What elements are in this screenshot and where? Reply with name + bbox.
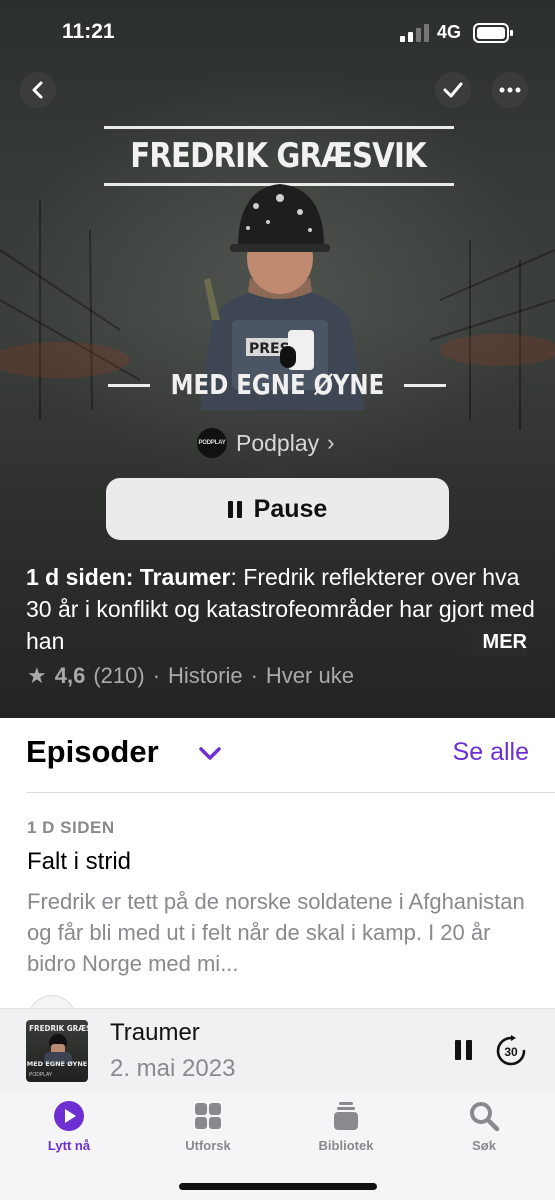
tab-library[interactable]: Bibliotek bbox=[296, 1100, 396, 1160]
chevron-right-icon: › bbox=[327, 430, 335, 455]
rating-count: (210) bbox=[93, 663, 145, 688]
episodes-header: Episoder Se alle bbox=[26, 732, 531, 776]
podcast-meta: ★ 4,6 (210) · Historie · Hver uke bbox=[27, 663, 354, 689]
see-all-link[interactable]: Se alle bbox=[453, 738, 529, 767]
divider bbox=[26, 792, 555, 793]
skip-forward-30-icon[interactable]: 30 bbox=[494, 1034, 528, 1068]
category-link[interactable]: Historie bbox=[168, 663, 243, 689]
artwork-subtitle: MED EGNE ØYNE bbox=[170, 368, 385, 401]
mini-player-date: 2. mai 2023 bbox=[110, 1055, 236, 1082]
battery-icon bbox=[473, 23, 513, 43]
more-ellipsis-icon bbox=[499, 87, 521, 93]
tab-listen-now[interactable]: Lytt nå bbox=[19, 1100, 119, 1160]
latest-episode-description[interactable]: 1 d siden: Traumer: Fredrik reflekterer … bbox=[26, 561, 536, 657]
episodes-heading[interactable]: Episoder bbox=[26, 734, 159, 770]
tab-label: Utforsk bbox=[185, 1138, 231, 1153]
mini-player-artwork[interactable]: FREDRIK GRÆSVIK MED EGNE ØYNE PODPLAY bbox=[26, 1020, 88, 1082]
podplay-logo-icon: PODPLAY bbox=[197, 428, 227, 458]
latest-episode-title: 1 d siden: Traumer bbox=[26, 564, 231, 590]
network-type: 4G bbox=[437, 22, 462, 42]
back-button[interactable] bbox=[20, 72, 56, 108]
library-stack-icon bbox=[334, 1102, 358, 1130]
podcast-hero: 11:21 4G FREDRIK GRÆSVIK PRES MED EGNE Ø… bbox=[0, 0, 555, 718]
skip-30-label: 30 bbox=[504, 1045, 518, 1059]
episode-list-item[interactable]: 1 D SIDEN Falt i strid Fredrik er tett p… bbox=[27, 818, 532, 979]
tab-label: Bibliotek bbox=[318, 1138, 374, 1153]
publisher-link[interactable]: PODPLAY Podplay › bbox=[197, 426, 334, 460]
status-time: 11:21 bbox=[62, 20, 115, 43]
mini-player-title[interactable]: Traumer bbox=[110, 1019, 200, 1047]
pause-button[interactable]: Pause bbox=[106, 478, 449, 540]
tab-search[interactable]: Søk bbox=[434, 1100, 534, 1160]
mini-art-title: FREDRIK GRÆSVIK bbox=[29, 1024, 88, 1033]
mini-art-publisher: PODPLAY bbox=[29, 1072, 53, 1078]
rating-value: 4,6 bbox=[54, 663, 86, 688]
tab-label: Lytt nå bbox=[47, 1138, 91, 1153]
meta-separator: · bbox=[152, 663, 161, 688]
episode-date: 1 D SIDEN bbox=[27, 818, 115, 837]
status-bar: 11:21 4G bbox=[0, 0, 555, 64]
grid-icon bbox=[195, 1103, 221, 1129]
tab-explore[interactable]: Utforsk bbox=[158, 1100, 258, 1160]
follow-check-button[interactable] bbox=[435, 72, 471, 108]
back-chevron-icon bbox=[32, 81, 43, 99]
play-circle-icon bbox=[54, 1101, 84, 1131]
mini-player[interactable]: FREDRIK GRÆSVIK MED EGNE ØYNE PODPLAY Tr… bbox=[0, 1008, 555, 1092]
more-link[interactable]: MER bbox=[448, 625, 527, 657]
star-icon: ★ bbox=[27, 663, 47, 688]
episode-description: Fredrik er tett på de norske soldatene i… bbox=[27, 889, 525, 976]
search-icon bbox=[470, 1102, 500, 1132]
checkmark-icon bbox=[443, 82, 463, 98]
signal-icon bbox=[400, 24, 429, 42]
frequency: Hver uke bbox=[265, 663, 354, 688]
chevron-down-icon[interactable] bbox=[198, 746, 222, 762]
tab-label: Søk bbox=[472, 1138, 496, 1153]
pause-label: Pause bbox=[253, 494, 328, 523]
more-button[interactable] bbox=[492, 72, 528, 108]
mini-art-subtitle: MED EGNE ØYNE bbox=[26, 1060, 88, 1068]
episode-title: Falt i strid bbox=[27, 848, 132, 875]
home-indicator bbox=[179, 1183, 377, 1190]
subtitle-dash bbox=[404, 384, 446, 387]
mini-pause-button[interactable] bbox=[450, 1037, 476, 1063]
meta-separator: · bbox=[250, 663, 258, 688]
pause-icon bbox=[227, 500, 242, 518]
artwork-rule bbox=[104, 126, 454, 129]
publisher-name: Podplay bbox=[236, 429, 320, 456]
